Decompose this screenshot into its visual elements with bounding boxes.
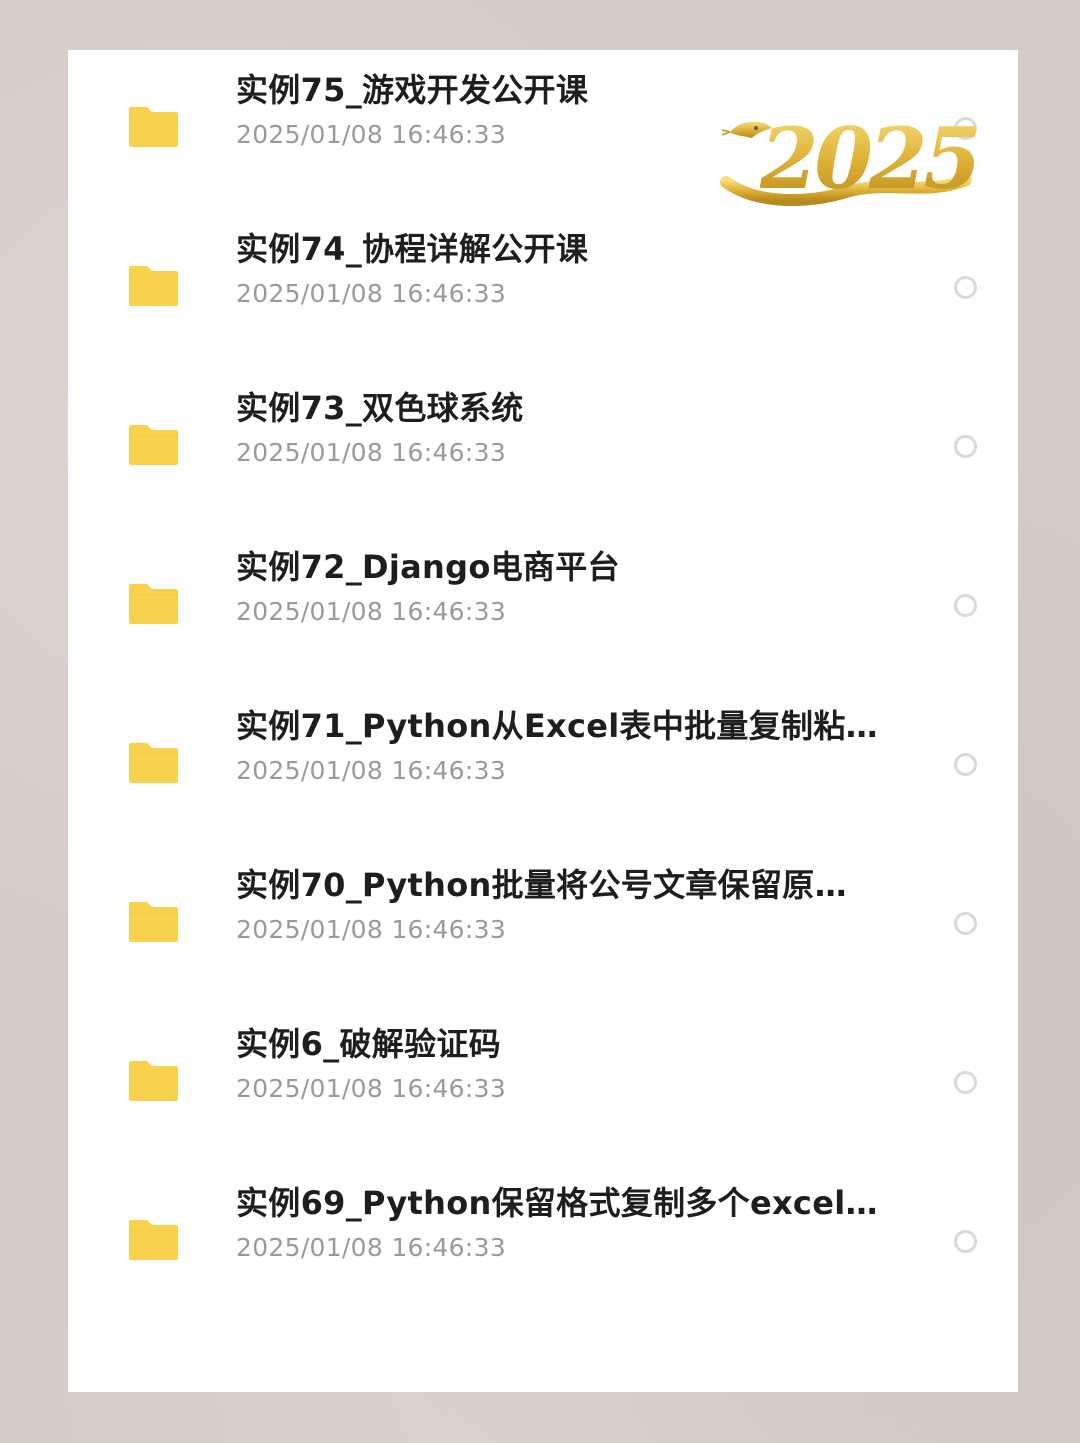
file-row[interactable]: 实例6_破解验证码 2025/01/08 16:46:33 [68,1004,1018,1163]
file-name: 实例74_协程详解公开课 [236,230,589,268]
select-radio[interactable] [954,912,977,935]
select-radio[interactable] [954,435,977,458]
file-name: 实例6_破解验证码 [236,1025,501,1063]
file-name: 实例69_Python保留格式复制多个excel… [236,1184,878,1222]
folder-icon [128,105,179,148]
folder-icon [128,741,179,784]
select-radio[interactable] [954,753,977,776]
file-name: 实例72_Django电商平台 [236,548,620,586]
file-row[interactable]: 实例69_Python保留格式复制多个excel… 2025/01/08 16:… [68,1163,1018,1322]
folder-icon [128,582,179,625]
file-row[interactable]: 实例72_Django电商平台 2025/01/08 16:46:33 [68,527,1018,686]
file-modified-date: 2025/01/08 16:46:33 [236,279,507,308]
file-name: 实例70_Python批量将公号文章保留原… [236,866,847,904]
file-row[interactable]: 实例73_双色球系统 2025/01/08 16:46:33 [68,368,1018,527]
svg-text:2025: 2025 [759,109,976,208]
select-radio[interactable] [954,594,977,617]
file-modified-date: 2025/01/08 16:46:33 [236,1074,507,1103]
file-modified-date: 2025/01/08 16:46:33 [236,915,507,944]
folder-icon [128,1059,179,1102]
folder-icon [128,423,179,466]
folder-icon [128,264,179,307]
file-modified-date: 2025/01/08 16:46:33 [236,120,507,149]
file-row[interactable]: 实例74_协程详解公开课 2025/01/08 16:46:33 [68,209,1018,368]
file-modified-date: 2025/01/08 16:46:33 [236,597,507,626]
folder-icon [128,900,179,943]
select-radio[interactable] [954,1071,977,1094]
file-row[interactable]: 实例70_Python批量将公号文章保留原… 2025/01/08 16:46:… [68,845,1018,1004]
file-name: 实例73_双色球系统 [236,389,524,427]
file-modified-date: 2025/01/08 16:46:33 [236,756,507,785]
file-modified-date: 2025/01/08 16:46:33 [236,1233,507,1262]
select-radio[interactable] [954,1230,977,1253]
snake-2025-logo-icon: 2025 [716,104,976,214]
file-name: 实例71_Python从Excel表中批量复制粘… [236,707,878,745]
file-row[interactable]: 实例71_Python从Excel表中批量复制粘… 2025/01/08 16:… [68,686,1018,845]
select-radio[interactable] [954,276,977,299]
file-list-panel: 实例75_游戏开发公开课 2025/01/08 16:46:33 实例74_协程… [68,50,1018,1392]
file-modified-date: 2025/01/08 16:46:33 [236,438,507,467]
folder-icon [128,1218,179,1261]
